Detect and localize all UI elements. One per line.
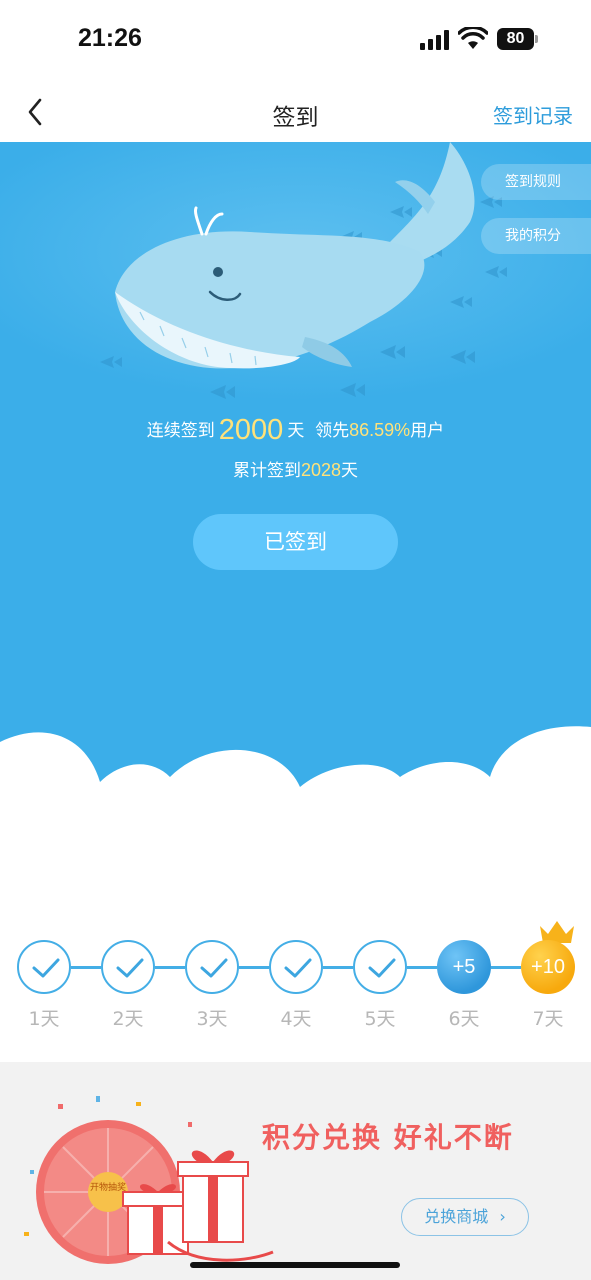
check-icon bbox=[32, 958, 60, 978]
total-prefix: 累计签到 bbox=[232, 461, 301, 481]
total-unit: 天 bbox=[341, 461, 359, 481]
day-5-checked bbox=[353, 940, 407, 994]
day-7-bonus: +10 bbox=[521, 940, 575, 994]
day-2-checked bbox=[101, 940, 155, 994]
points-exchange-banner[interactable]: 开物抽奖 积分兑换 好礼不断 兑换商城 › bbox=[0, 1062, 591, 1280]
checkin-record-link[interactable]: 签到记录 bbox=[493, 100, 573, 129]
checkin-rules-button[interactable]: 签到规则 bbox=[481, 164, 591, 200]
home-indicator[interactable] bbox=[190, 1262, 400, 1268]
day-3-checked bbox=[185, 940, 239, 994]
nav-bar: 签到 签到记录 bbox=[0, 80, 591, 142]
total-days: 2028 bbox=[300, 460, 342, 480]
wifi-icon bbox=[458, 27, 488, 49]
checked-in-button[interactable]: 已签到 bbox=[193, 514, 398, 570]
chevron-right-icon: › bbox=[499, 1207, 506, 1226]
day-4-checked bbox=[269, 940, 323, 994]
weekly-checkin-progress: +5 +10 1天 2天 3天 4天 5天 6天 7天 bbox=[0, 900, 591, 1040]
battery-level: 80 bbox=[497, 28, 534, 50]
day-label: 6天 bbox=[448, 1008, 480, 1030]
day-label: 2天 bbox=[112, 1008, 144, 1030]
streak-stats: 连续签到 2000 天 领先86.59%用户 bbox=[0, 414, 591, 447]
battery-icon: 80 bbox=[497, 28, 539, 50]
my-points-button[interactable]: 我的积分 bbox=[481, 218, 591, 254]
whale-illustration bbox=[100, 142, 507, 399]
day-label: 1天 bbox=[28, 1008, 60, 1030]
promo-title: 积分兑换 好礼不断 bbox=[262, 1121, 514, 1154]
check-icon bbox=[368, 958, 396, 978]
lead-prefix: 领先 bbox=[315, 421, 350, 441]
status-time: 21:26 bbox=[78, 24, 142, 52]
day-label: 3天 bbox=[196, 1008, 228, 1030]
lead-percent: 86.59% bbox=[349, 420, 411, 440]
exchange-store-button[interactable]: 兑换商城 › bbox=[401, 1198, 529, 1236]
back-button[interactable] bbox=[18, 92, 54, 132]
total-stats: 累计签到2028天 bbox=[0, 456, 591, 481]
day-1-checked bbox=[17, 940, 71, 994]
streak-prefix: 连续签到 bbox=[146, 421, 215, 441]
check-icon bbox=[200, 958, 228, 978]
streak-unit: 天 bbox=[287, 421, 305, 441]
wheel-center-label: 开物抽奖 bbox=[90, 1181, 126, 1193]
hero-banner: 签到规则 我的积分 连续签到 2000 天 领先86.59%用户 累计签到2028天… bbox=[0, 142, 591, 862]
cloud-decoration bbox=[0, 726, 591, 862]
streak-days: 2000 bbox=[218, 414, 284, 446]
chevron-left-icon bbox=[28, 98, 42, 126]
check-icon bbox=[284, 958, 312, 978]
check-icon bbox=[116, 958, 144, 978]
status-bar: 21:26 80 bbox=[0, 0, 591, 80]
day-6-bonus: +5 bbox=[437, 940, 491, 994]
day-label: 7天 bbox=[532, 1008, 564, 1030]
day-label: 4天 bbox=[280, 1008, 312, 1030]
exchange-store-label: 兑换商城 bbox=[424, 1207, 489, 1226]
prize-wheel-gift-illustration: 开物抽奖 bbox=[24, 1096, 274, 1264]
day-label: 5天 bbox=[364, 1008, 396, 1030]
cellular-signal-icon bbox=[420, 30, 449, 50]
lead-suffix: 用户 bbox=[410, 421, 445, 441]
